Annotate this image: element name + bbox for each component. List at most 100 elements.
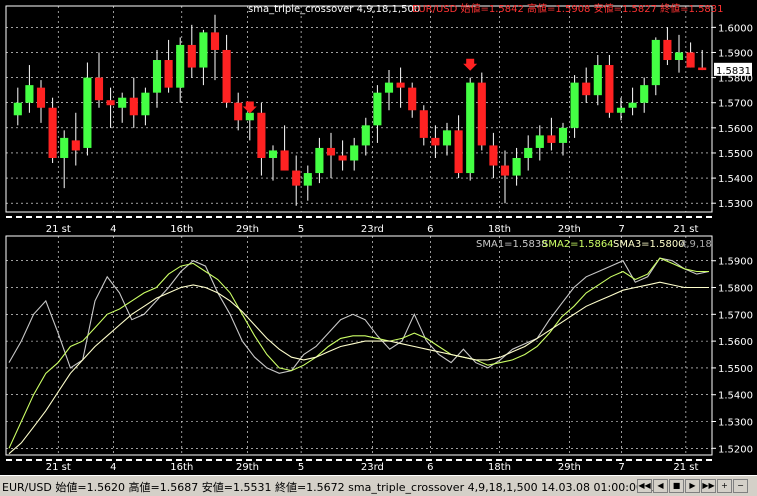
scroll-right-button[interactable]: ▶ <box>685 479 700 493</box>
candle <box>628 87 637 116</box>
candle <box>616 97 626 121</box>
candle-body-up <box>199 32 208 68</box>
bottom-y-tick-label: 1.5600 <box>718 337 753 348</box>
candle-body-down <box>663 39 672 61</box>
price-info: EUR/USD 始値=1.5842 高値=1.5908 安値=1.5827 終値… <box>412 2 724 15</box>
sma2-legend: SMA2=1.5864 <box>542 239 614 250</box>
candle-body-down <box>129 97 138 116</box>
bottom-y-tick-label: 1.5400 <box>718 391 753 402</box>
top-y-tick-label: 1.5600 <box>718 124 753 135</box>
candle <box>686 42 695 68</box>
bottom-x-tick-label: 21 st <box>46 462 71 473</box>
zoom-out-button[interactable]: − <box>733 479 748 493</box>
bottom-x-tick-label: 23rd <box>361 462 384 473</box>
top-x-tick-label: 29th <box>558 224 581 235</box>
sell-arrow-icon <box>463 58 478 71</box>
scroll-stop-button[interactable]: ■ <box>669 479 684 493</box>
sma3-legend: SMA3=1.5800 <box>613 239 685 250</box>
bottom-x-tick-label: 7 <box>618 462 624 473</box>
candle <box>268 145 278 181</box>
candle <box>141 87 150 126</box>
candle <box>292 155 301 206</box>
bottom-x-tick-label: 18th <box>488 462 511 473</box>
candle-body-down <box>547 135 556 143</box>
candle <box>152 49 162 108</box>
candle-body-up <box>640 85 649 103</box>
candle-body-up <box>524 147 533 158</box>
candle-body-up <box>373 92 382 126</box>
candle-body-down <box>292 170 301 186</box>
candle <box>419 105 428 146</box>
candle-body-down <box>106 100 115 106</box>
candle-body-down <box>164 60 173 88</box>
candle-body-up <box>570 82 579 128</box>
candle-body-down <box>431 137 440 146</box>
candle <box>350 137 359 171</box>
top-x-tick-label: 16th <box>170 224 193 235</box>
candle-body-up <box>651 39 660 86</box>
candle <box>222 34 231 108</box>
zoom-in-button[interactable]: + <box>717 479 732 493</box>
candle-body-up <box>152 60 162 93</box>
candle <box>210 14 220 81</box>
candle <box>570 75 579 138</box>
bottom-y-tick-label: 1.5300 <box>718 418 753 429</box>
top-y-tick-label: 1.5300 <box>718 199 753 210</box>
candle-body-down <box>71 140 80 151</box>
top-x-tick-label: 18th <box>488 224 511 235</box>
bottom-x-tick-label: 29th <box>236 462 259 473</box>
candle-body-up <box>361 125 370 146</box>
candle-body-down <box>489 145 498 166</box>
candle-body-down <box>605 65 614 113</box>
bottom-y-tick-label: 1.5800 <box>718 284 753 295</box>
sma3-line <box>8 281 709 455</box>
candle-body-up <box>141 92 150 116</box>
candle-body-up <box>315 147 324 174</box>
candle-body-down <box>477 82 486 146</box>
candle-body-up <box>60 137 69 158</box>
candle <box>164 39 173 93</box>
top-y-tick-label: 1.5900 <box>718 48 753 59</box>
candle <box>651 37 660 96</box>
candle <box>36 80 46 123</box>
candle <box>280 125 289 171</box>
candle <box>257 102 266 176</box>
candle-body-down <box>686 52 695 68</box>
scroll-end-button[interactable]: ▶▶ <box>701 479 716 493</box>
candle-body-down <box>48 107 57 158</box>
candle <box>338 140 347 171</box>
candle <box>477 72 486 151</box>
candle <box>593 54 602 106</box>
candle-body-up <box>83 77 92 148</box>
chart-canvas[interactable]: 1.6000 1.5900 1.5800 1.5700 1.5600 1.5500 1.54… <box>0 0 757 475</box>
candle-body-down <box>222 49 231 103</box>
bottom-y-tick-label: 1.5200 <box>718 444 753 455</box>
candle <box>129 77 138 128</box>
indicator-label: sma_triple_crossover 4,9,18,1,500 <box>248 4 420 15</box>
candle-body-up <box>350 145 359 161</box>
bottom-x-tick-label: 5 <box>298 462 304 473</box>
top-x-tick-label: 6 <box>427 224 433 235</box>
candle-body-down <box>210 32 220 50</box>
candle <box>454 115 463 179</box>
candle <box>94 52 104 108</box>
candle <box>303 165 312 201</box>
scroll-start-button[interactable]: ◀◀ <box>637 479 652 493</box>
candle-body-down <box>582 82 591 96</box>
top-y-tick-label: 1.6000 <box>718 23 753 34</box>
candle-body-down <box>500 165 510 176</box>
candle <box>396 67 405 108</box>
candle <box>698 49 707 71</box>
candle <box>663 27 672 66</box>
candle <box>640 77 649 113</box>
candle-body-down <box>234 102 243 121</box>
candle <box>489 132 498 179</box>
candle-body-down <box>408 87 417 111</box>
candle <box>199 29 208 86</box>
candle <box>187 24 196 78</box>
bottom-x-tick-label: 4 <box>110 462 116 473</box>
candle-body-down <box>187 44 196 68</box>
scroll-left-button[interactable]: ◀ <box>653 479 668 493</box>
candle-body-up <box>176 44 185 88</box>
candle <box>384 70 394 111</box>
